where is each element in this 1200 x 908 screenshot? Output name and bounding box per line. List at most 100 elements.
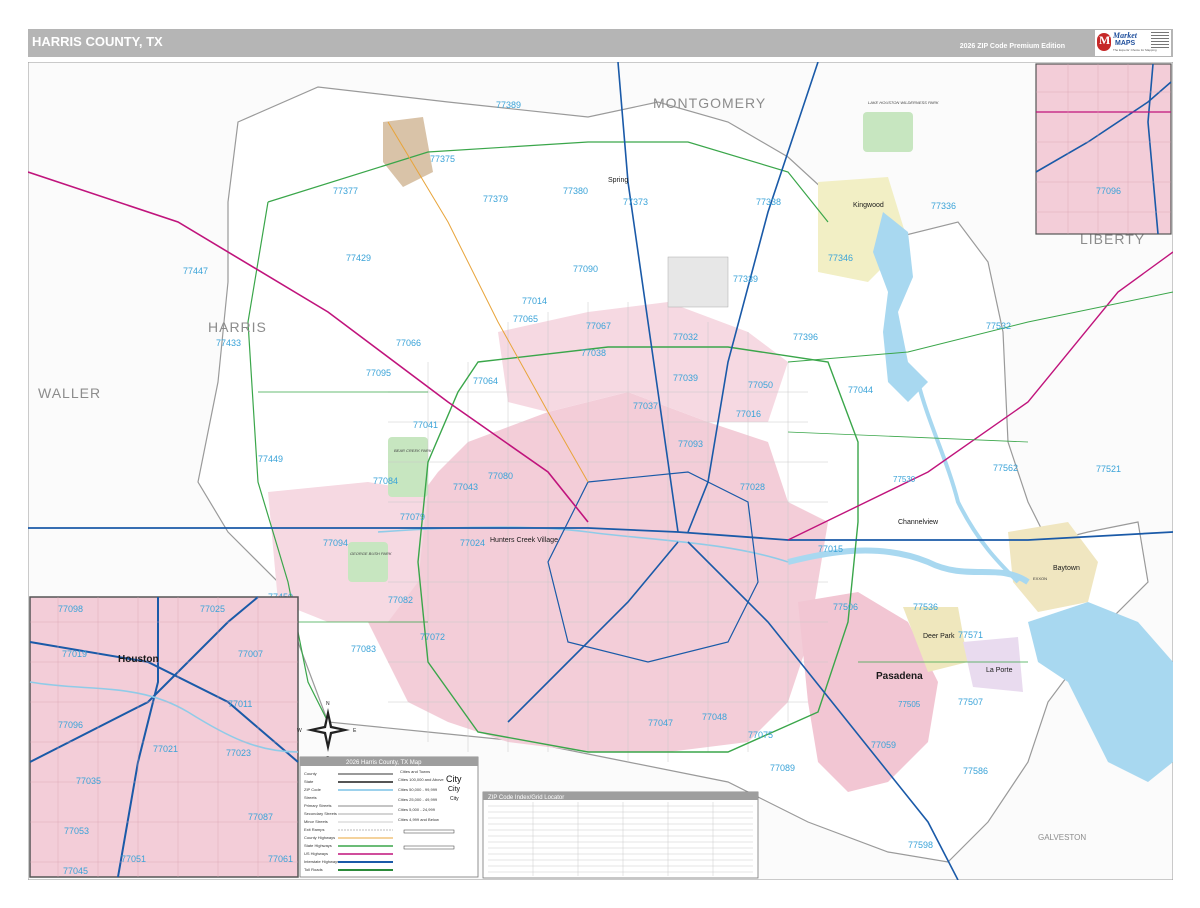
legend-feature-2: ZIP Code <box>304 787 322 792</box>
logo-line-1: Market <box>1113 31 1137 40</box>
zip-77396: 77396 <box>793 332 818 342</box>
legend-feature-0: County <box>304 771 317 776</box>
zip-77339: 77339 <box>733 274 758 284</box>
zip-77338: 77338 <box>756 197 781 207</box>
park-label-lake-houston: LAKE HOUSTON WILDERNESS PARK <box>868 100 939 105</box>
city-label-kingwood: Kingwood <box>853 202 884 209</box>
zip-77037: 77037 <box>633 401 658 411</box>
zip-77028: 77028 <box>740 482 765 492</box>
zip-77375: 77375 <box>430 154 455 164</box>
zip-index-title: ZIP Code Index/Grid Locator <box>488 795 564 801</box>
zip-77048: 77048 <box>702 712 727 722</box>
legend-cities-header: Cities and Towns <box>400 769 430 774</box>
zip-77064: 77064 <box>473 376 498 386</box>
edition-label: 2026 ZIP Code Premium Edition <box>959 43 1065 50</box>
legend-scale-bar <box>403 829 455 834</box>
inset-zip-77007: 77007 <box>238 649 263 659</box>
zip-77065: 77065 <box>513 314 538 324</box>
legend-city-class-2: Cities 25,000 - 49,999 <box>398 797 438 802</box>
kingwood-inset-zip-77096: 77096 <box>1096 186 1121 196</box>
title-bar: HARRIS COUNTY, TX 2026 ZIP Code Premium … <box>28 29 1173 57</box>
legend-feature-6: Minor Streets <box>304 819 328 824</box>
zip-77075: 77075 <box>748 730 773 740</box>
logo-letter: M <box>1099 33 1111 47</box>
inset-zip-77035: 77035 <box>76 776 101 786</box>
zip-77379: 77379 <box>483 194 508 204</box>
legend-sample-city-medium: City <box>448 786 461 793</box>
zip-77447: 77447 <box>183 266 208 276</box>
zip-77043: 77043 <box>453 482 478 492</box>
park-label-bear-creek: BEAR CREEK PARK <box>394 448 432 453</box>
inset-zip-77096: 77096 <box>58 720 83 730</box>
zip-77083: 77083 <box>351 644 376 654</box>
city-label-baytown: Baytown <box>1053 565 1080 572</box>
zip-77336: 77336 <box>931 201 956 211</box>
market-maps-logo: M Market MAPS The Experts' Choice for Ma… <box>1095 30 1171 56</box>
park-label-george-bush: GEORGE BUSH PARK <box>350 551 392 556</box>
logo-line-2: MAPS <box>1115 40 1136 47</box>
legend-scale-bar-2 <box>403 845 455 850</box>
inset-zip-77019: 77019 <box>62 649 87 659</box>
legend-feature-7: Exit Ramps <box>304 827 324 832</box>
city-label-pasadena: Pasadena <box>876 671 923 682</box>
kingwood-inset[interactable]: 77096 <box>1035 63 1172 235</box>
legend-city-class-1: Cities 50,000 - 99,999 <box>398 787 438 792</box>
lake-houston-park <box>863 112 913 152</box>
zip-77014: 77014 <box>522 296 547 306</box>
logo-legal-text-icon <box>1151 32 1169 52</box>
compass-w: W <box>297 728 302 734</box>
legend-city-class-0: Cities 100,000 and Above <box>398 777 444 782</box>
inset-zip-77021: 77021 <box>153 744 178 754</box>
zip-77082: 77082 <box>388 595 413 605</box>
county-label-montgomery: MONTGOMERY <box>653 95 766 111</box>
zip-77089: 77089 <box>770 763 795 773</box>
county-map[interactable]: MONTGOMERY HARRIS WALLER LIBERTY GALVEST… <box>28 62 1173 880</box>
legend-feature-9: State Highways <box>304 843 332 848</box>
zip-77449: 77449 <box>258 454 283 464</box>
legend-sample-city-large: City <box>446 774 462 784</box>
county-label-galveston: GALVESTON <box>1038 833 1086 842</box>
legend-feature-4: Primary Streets <box>304 803 332 808</box>
zip-77571: 77571 <box>958 630 983 640</box>
legend-feature-10: US Highways <box>304 851 328 856</box>
zip-77066: 77066 <box>396 338 421 348</box>
zip-77506: 77506 <box>833 602 858 612</box>
city-label-hunters-creek: Hunters Creek Village <box>490 537 558 544</box>
zip-77373: 77373 <box>623 197 648 207</box>
city-label-la-porte: La Porte <box>986 667 1013 674</box>
zip-index-frame <box>482 791 759 879</box>
zip-77377: 77377 <box>333 186 358 196</box>
zip-77090: 77090 <box>573 264 598 274</box>
zip-index-table: ZIP Code Index/Grid Locator <box>482 791 759 879</box>
zip-77433: 77433 <box>216 338 241 348</box>
inset-zip-77045: 77045 <box>63 866 88 876</box>
zip-77039: 77039 <box>673 373 698 383</box>
zip-77521: 77521 <box>1096 464 1121 474</box>
city-label-deer-park: Deer Park <box>923 633 955 640</box>
zip-77586: 77586 <box>963 766 988 776</box>
map-legend: 2026 Harris County, TX Map Cities and To… <box>299 756 479 878</box>
inset-zip-77011: 77011 <box>228 699 252 709</box>
houston-inset[interactable]: Houston 77098 77025 77019 77007 77011 77… <box>29 596 299 878</box>
zip-77072: 77072 <box>420 632 445 642</box>
inset-zip-77061: 77061 <box>268 854 293 864</box>
legend-sample-city-small: City <box>450 796 459 802</box>
inset-zip-77087: 77087 <box>248 812 273 822</box>
zip-77507: 77507 <box>958 697 983 707</box>
airport-area <box>667 256 729 308</box>
legend-city-class-3: Cities 5,000 - 24,999 <box>398 807 436 812</box>
zip-77084: 77084 <box>373 476 398 486</box>
zip-77024: 77024 <box>460 538 485 548</box>
zip-77015: 77015 <box>818 544 843 554</box>
zip-77016: 77016 <box>736 409 761 419</box>
inset-zip-77025: 77025 <box>200 604 225 614</box>
zip-77530: 77530 <box>893 475 916 484</box>
legend-feature-5: Secondary Streets <box>304 811 337 816</box>
inset-zip-77098: 77098 <box>58 604 83 614</box>
zip-77050: 77050 <box>748 380 773 390</box>
zip-77598: 77598 <box>908 840 933 850</box>
zip-77044: 77044 <box>848 385 873 395</box>
legend-feature-8: County Highways <box>304 835 335 840</box>
zip-77067: 77067 <box>586 321 611 331</box>
legend-feature-12: Toll Roads <box>304 867 323 872</box>
